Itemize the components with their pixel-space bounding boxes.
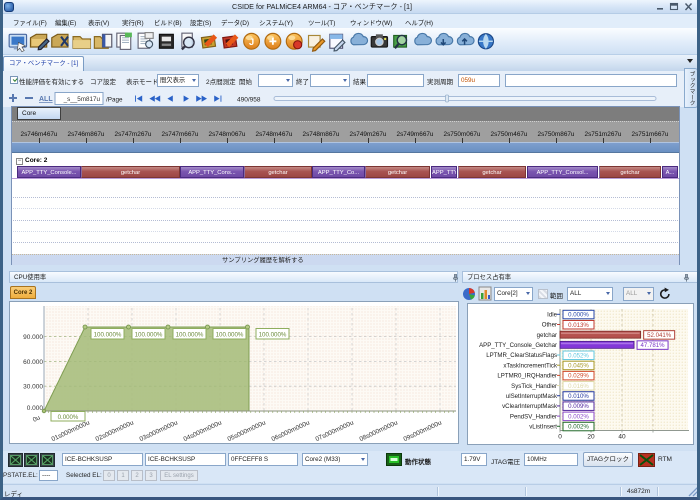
svg-text:47.781%: 47.781% — [641, 342, 666, 349]
svg-text:01s000m000u: 01s000m000u — [51, 419, 92, 443]
svg-text:0.000%: 0.000% — [568, 312, 589, 319]
svg-text:0u: 0u — [32, 414, 42, 424]
svg-text:0.013%: 0.013% — [568, 322, 589, 329]
svg-text:08s000m000u: 08s000m000u — [359, 419, 400, 443]
svg-text:100.000%: 100.000% — [176, 332, 204, 339]
svg-text:03s000m000u: 03s000m000u — [139, 419, 180, 443]
svg-text:06s000m000u: 06s000m000u — [271, 419, 312, 443]
svg-text:Other: Other — [542, 322, 557, 329]
svg-text:490/958: 490/958 — [237, 97, 261, 104]
svg-text:_s__5m817u: _s__5m817u — [63, 96, 101, 103]
svg-text:ulSetInterruptMask: ulSetInterruptMask — [506, 393, 558, 400]
svg-text:getchar: getchar — [537, 332, 557, 339]
svg-text:100.000%: 100.000% — [135, 332, 163, 339]
svg-text:LPTMR_ClearStatusFlags: LPTMR_ClearStatusFlags — [486, 352, 557, 359]
svg-text:100.000%: 100.000% — [216, 332, 244, 339]
svg-text:40: 40 — [618, 434, 626, 441]
svg-text:52.041%: 52.041% — [647, 332, 672, 339]
svg-text:vListInsert: vListInsert — [529, 423, 557, 430]
svg-text:0.016%: 0.016% — [568, 383, 589, 390]
svg-text:0: 0 — [558, 434, 562, 441]
svg-text:20: 20 — [587, 434, 595, 441]
svg-text:02s000m000u: 02s000m000u — [95, 419, 136, 443]
svg-text:0.002%: 0.002% — [568, 413, 589, 420]
svg-text:APP_TTY_Console_Getchar: APP_TTY_Console_Getchar — [479, 342, 557, 349]
svg-text:60.000: 60.000 — [23, 359, 43, 366]
svg-text:LPTMR0_IRQHandler: LPTMR0_IRQHandler — [497, 373, 557, 380]
svg-text:/Page: /Page — [106, 97, 123, 104]
svg-text:Idle: Idle — [547, 312, 557, 319]
svg-text:90.000: 90.000 — [23, 334, 43, 341]
svg-text:0.045%: 0.045% — [568, 363, 589, 370]
svg-text:0.052%: 0.052% — [568, 352, 589, 359]
svg-text:0.000: 0.000 — [27, 405, 44, 412]
svg-text:PendSV_Handler: PendSV_Handler — [510, 413, 557, 420]
svg-text:07s000m000u: 07s000m000u — [315, 419, 356, 443]
svg-text:0.010%: 0.010% — [568, 393, 589, 400]
svg-text:0.002%: 0.002% — [568, 424, 589, 431]
svg-text:0.009%: 0.009% — [568, 403, 589, 410]
svg-text:0.000%: 0.000% — [58, 414, 79, 421]
svg-text:100.000%: 100.000% — [94, 332, 122, 339]
svg-text:J: J — [249, 37, 254, 47]
svg-text:0.029%: 0.029% — [568, 373, 589, 380]
svg-text:ALL: ALL — [39, 96, 53, 103]
svg-text:05s000m000u: 05s000m000u — [227, 419, 268, 443]
svg-text:xTaskIncrementTick: xTaskIncrementTick — [503, 362, 558, 369]
svg-text:SysTick_Handler: SysTick_Handler — [511, 383, 557, 390]
svg-text:30.000: 30.000 — [23, 384, 43, 391]
svg-text:09s000m000u: 09s000m000u — [403, 419, 444, 443]
svg-text:04s000m000u: 04s000m000u — [183, 419, 224, 443]
svg-text:vClearInterruptMask: vClearInterruptMask — [502, 403, 558, 410]
svg-text:100.000%: 100.000% — [259, 332, 287, 339]
